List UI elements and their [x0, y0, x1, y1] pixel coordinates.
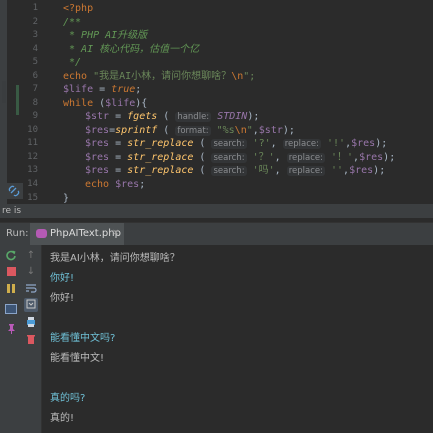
layout-icon[interactable]: [4, 302, 18, 316]
code-line-9: $str = fgets ( handle: STDIN);: [85, 111, 260, 122]
trash-icon[interactable]: [24, 333, 38, 347]
line-number: 1: [32, 3, 38, 13]
param-hint: replace:: [286, 166, 325, 176]
code-line-13: $res = str_replace ( search: '吗', replac…: [85, 165, 386, 176]
code-line-11: $res = str_replace ( search: '?', replac…: [85, 138, 388, 149]
console-input-line: 你好!: [50, 273, 75, 284]
close-icon[interactable]: ×: [112, 228, 120, 238]
code-line-8: while ($life){: [63, 98, 148, 109]
line-number: 3: [32, 30, 38, 40]
line-number: 4: [32, 44, 38, 54]
line-number: 6: [32, 71, 38, 81]
console-line: 你好!: [50, 293, 75, 304]
run-tab[interactable]: PhpAIText.php ×: [30, 223, 124, 245]
line-number: 7: [32, 84, 38, 94]
pause-icon[interactable]: [4, 282, 18, 296]
code-line-6: echo "我是AI小林，请问你想聊啥？\n";: [63, 71, 256, 82]
code-line-1: <?php: [63, 3, 94, 14]
run-actions-toolbar: [0, 245, 22, 433]
code-line-12: $res = str_replace ( search: '？', replac…: [85, 152, 396, 163]
line-number: 14: [27, 179, 38, 189]
run-label: Run:: [6, 228, 29, 239]
console-line: 真的!: [50, 413, 75, 424]
param-hint: search:: [211, 153, 247, 163]
arrow-down-icon[interactable]: ↓: [24, 265, 38, 279]
status-bar: re is: [0, 204, 433, 218]
code-line-14: echo $res;: [85, 179, 146, 190]
code-line-5: */: [63, 57, 82, 68]
line-number: 8: [32, 98, 38, 108]
line-number: 10: [27, 125, 38, 135]
code-line-4: * AI 核心代码，估值一个亿: [63, 44, 200, 55]
line-number: 9: [32, 111, 38, 121]
code-line-10: $res=sprintf ( format: "%s\n",$str);: [85, 125, 295, 136]
console-input-line: 能看懂中文吗?: [50, 333, 116, 344]
stop-icon[interactable]: [4, 265, 18, 279]
line-number: 11: [27, 138, 38, 148]
print-icon[interactable]: [24, 316, 38, 330]
code-editor[interactable]: 1 2 3 4 5 6 7 8 9 10 11 12 13 14 15 <?ph…: [0, 0, 433, 204]
code-line-3: * PHP AI升级版: [63, 30, 148, 41]
param-hint: handle:: [175, 112, 212, 122]
param-hint: format:: [175, 126, 211, 136]
line-number: 2: [32, 17, 38, 27]
arrow-up-icon[interactable]: ↑: [24, 249, 38, 263]
side-toolbar-marker: [2, 81, 6, 103]
php-file-icon: [36, 229, 47, 238]
line-number: 13: [27, 165, 38, 175]
console-line: 能看懂中文!: [50, 353, 105, 364]
code-line-7: $life = true;: [63, 84, 142, 95]
rerun-icon[interactable]: [4, 249, 18, 263]
pin-icon[interactable]: [4, 323, 18, 337]
param-hint: replace:: [286, 153, 325, 163]
line-number: 5: [32, 57, 38, 67]
run-tab-name: PhpAIText.php: [50, 228, 121, 239]
run-toolbar: Run: PhpAIText.php ×: [0, 222, 433, 245]
line-number: 12: [27, 152, 38, 162]
code-line-2: /**: [63, 17, 82, 28]
param-hint: replace:: [282, 139, 321, 149]
console-output[interactable]: 我是AI小林，请问你想聊啥？ 你好! 你好! 能看懂中文吗? 能看懂中文! 真的…: [42, 245, 433, 433]
soft-wrap-icon[interactable]: [24, 282, 38, 296]
console-actions-toolbar: ↑ ↓: [22, 245, 42, 433]
param-hint: search:: [211, 139, 247, 149]
scroll-to-end-icon[interactable]: [24, 298, 38, 312]
param-hint: search:: [211, 166, 247, 176]
console-input-line: 真的吗?: [50, 393, 86, 404]
console-line: 我是AI小林，请问你想聊啥？: [50, 253, 180, 264]
